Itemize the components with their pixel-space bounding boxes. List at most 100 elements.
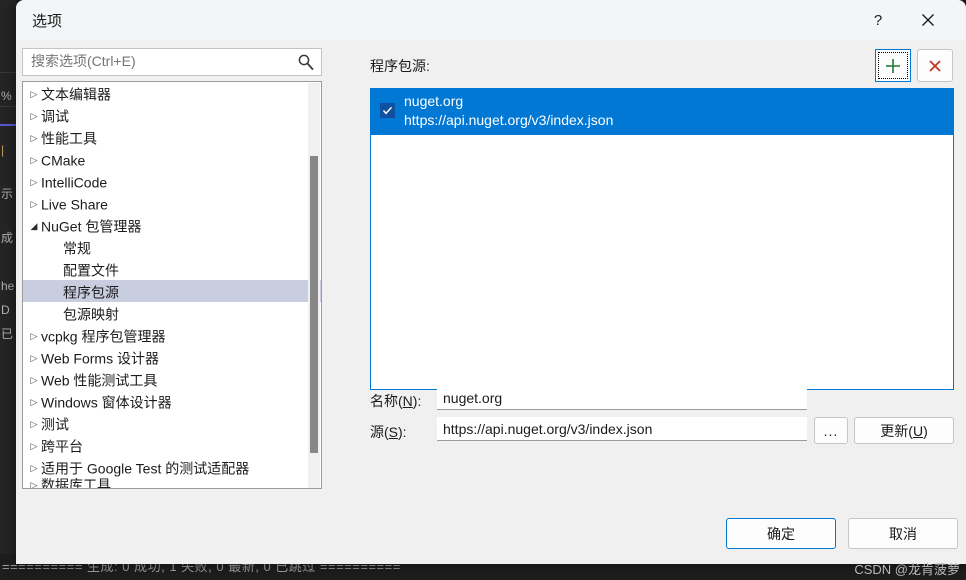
source-name-text: nuget.org bbox=[404, 93, 464, 109]
x-icon bbox=[929, 59, 941, 72]
name-label-suffix: ): bbox=[412, 393, 422, 409]
source-label-prefix: 源( bbox=[370, 424, 389, 440]
chevron-down-icon[interactable]: ◢ bbox=[27, 215, 41, 237]
remove-package-source-button[interactable] bbox=[917, 49, 953, 82]
question-mark-icon: ? bbox=[873, 11, 883, 29]
tree-item-15[interactable]: ▷ 测试 bbox=[23, 412, 321, 434]
update-button[interactable]: 更新(U) bbox=[854, 417, 954, 444]
chevron-right-icon[interactable]: ▷ bbox=[27, 325, 41, 347]
tree-item-label: IntelliCode bbox=[41, 174, 108, 191]
options-category-tree[interactable]: ▷ 文本编辑器 ▷ 调试 ▷ 性能工具 ▷ CMake ▷ IntelliCode ▷ Live Sh… bbox=[22, 81, 322, 489]
tree-item-14[interactable]: ▷ Windows 窗体设计器 bbox=[23, 390, 321, 412]
chevron-right-icon[interactable]: ▷ bbox=[27, 435, 41, 457]
tree-item-13[interactable]: ▷ Web 性能测试工具 bbox=[23, 368, 321, 390]
tree-item-2[interactable]: ▷ 性能工具 bbox=[23, 126, 321, 148]
package-sources-list[interactable]: nuget.org https://api.nuget.org/v3/index… bbox=[370, 88, 954, 390]
chevron-right-icon[interactable]: ▷ bbox=[27, 149, 41, 171]
tree-item-label: 测试 bbox=[41, 416, 69, 433]
name-field-label: 名称(N): bbox=[370, 391, 421, 411]
tree-item-label: Windows 窗体设计器 bbox=[41, 394, 172, 411]
tree-item-label: 数据库工具 bbox=[41, 478, 111, 489]
cancel-button[interactable]: 取消 bbox=[848, 518, 958, 549]
vs-text-fragment: | bbox=[1, 143, 5, 157]
vs-text-fragment: 示 bbox=[1, 187, 14, 201]
tree-item-0[interactable]: ▷ 文本编辑器 bbox=[23, 82, 321, 104]
watermark-text: CSDN @龙肯菠萝 bbox=[854, 562, 960, 577]
ok-button[interactable]: 确定 bbox=[726, 518, 836, 549]
chevron-right-icon[interactable]: ▷ bbox=[27, 479, 41, 488]
options-dialog: 选项 ? ▷文本编辑器▷调试▷性能工具▷CMake▷IntelliCode▷Li… bbox=[16, 0, 966, 564]
update-label-suffix: ) bbox=[923, 422, 928, 439]
tree-item-6[interactable]: ◢ NuGet 包管理器 bbox=[23, 214, 321, 236]
tree-item-10[interactable]: 包源映射 bbox=[23, 302, 321, 324]
chevron-right-icon[interactable]: ▷ bbox=[27, 105, 41, 127]
update-label-prefix: 更新( bbox=[880, 422, 913, 439]
dialog-titlebar: 选项 ? bbox=[16, 0, 966, 40]
package-sources-label: 程序包源: bbox=[370, 58, 430, 74]
tree-item-label: vcpkg 程序包管理器 bbox=[41, 328, 166, 345]
tree-item-label: 常规 bbox=[63, 240, 91, 257]
tree-item-16[interactable]: ▷ 跨平台 bbox=[23, 434, 321, 456]
tree-item-label: Web Forms 设计器 bbox=[41, 350, 159, 367]
chevron-right-icon[interactable]: ▷ bbox=[27, 347, 41, 369]
name-input[interactable] bbox=[437, 386, 807, 410]
source-url-text: https://api.nuget.org/v3/index.json bbox=[404, 112, 614, 128]
search-icon bbox=[298, 54, 314, 71]
name-label-prefix: 名称( bbox=[370, 393, 403, 409]
search-input[interactable] bbox=[31, 53, 286, 69]
tree-item-18[interactable]: ▷ 数据库工具 bbox=[23, 478, 321, 489]
tree-item-3[interactable]: ▷ CMake bbox=[23, 148, 321, 170]
chevron-right-icon[interactable]: ▷ bbox=[27, 127, 41, 149]
vs-text-fragment: D bbox=[1, 303, 10, 317]
chevron-right-icon[interactable]: ▷ bbox=[27, 193, 41, 215]
tree-item-17[interactable]: ▷ 适用于 Google Test 的测试适配器 bbox=[23, 456, 321, 478]
chevron-right-icon[interactable]: ▷ bbox=[27, 413, 41, 435]
tree-item-label: 跨平台 bbox=[41, 438, 83, 455]
tree-item-8[interactable]: 配置文件 bbox=[23, 258, 321, 280]
tree-scrollbar-thumb[interactable] bbox=[310, 156, 318, 453]
chevron-right-icon[interactable]: ▷ bbox=[27, 83, 41, 105]
plus-icon bbox=[886, 58, 900, 73]
search-box[interactable] bbox=[22, 48, 322, 76]
tree-item-label: Web 性能测试工具 bbox=[41, 372, 158, 389]
tree-item-11[interactable]: ▷ vcpkg 程序包管理器 bbox=[23, 324, 321, 346]
checkmark-icon bbox=[382, 106, 393, 115]
tree-item-label: 适用于 Google Test 的测试适配器 bbox=[41, 460, 250, 477]
list-item[interactable]: nuget.org https://api.nuget.org/v3/index… bbox=[371, 89, 953, 135]
browse-button[interactable]: ... bbox=[814, 417, 848, 444]
close-button[interactable] bbox=[905, 0, 951, 40]
chevron-right-icon[interactable]: ▷ bbox=[27, 171, 41, 193]
vs-text-fragment: 已 bbox=[1, 327, 14, 341]
dialog-title: 选项 bbox=[32, 13, 63, 30]
tree-item-label: 文本编辑器 bbox=[41, 86, 111, 103]
source-input[interactable] bbox=[437, 417, 807, 441]
source-enabled-checkbox[interactable] bbox=[380, 103, 395, 118]
tree-item-label: CMake bbox=[41, 152, 86, 169]
help-button[interactable]: ? bbox=[855, 0, 901, 40]
tree-item-4[interactable]: ▷ IntelliCode bbox=[23, 170, 321, 192]
tree-scrollbar[interactable] bbox=[308, 83, 320, 488]
add-package-source-button[interactable] bbox=[875, 49, 911, 82]
tree-item-1[interactable]: ▷ 调试 bbox=[23, 104, 321, 126]
vs-text-fragment: 成 bbox=[1, 231, 14, 245]
tree-item-5[interactable]: ▷ Live Share bbox=[23, 192, 321, 214]
tree-item-label: Live Share bbox=[41, 196, 108, 213]
chevron-right-icon[interactable]: ▷ bbox=[27, 391, 41, 413]
close-icon bbox=[922, 14, 934, 26]
tree-item-list: ▷ 文本编辑器 ▷ 调试 ▷ 性能工具 ▷ CMake ▷ IntelliCode ▷ Live Sh… bbox=[23, 82, 321, 489]
chevron-right-icon[interactable]: ▷ bbox=[27, 369, 41, 391]
tree-item-label: NuGet 包管理器 bbox=[41, 218, 142, 235]
chevron-right-icon[interactable]: ▷ bbox=[27, 457, 41, 479]
vs-text-fragment: he bbox=[1, 279, 15, 293]
update-label-accel: U bbox=[912, 422, 924, 439]
source-field-label: 源(S): bbox=[370, 422, 407, 442]
source-label-suffix: ): bbox=[398, 424, 407, 440]
tree-item-7[interactable]: 常规 bbox=[23, 236, 321, 258]
tree-item-9[interactable]: 程序包源 bbox=[23, 280, 321, 302]
tree-item-label: 调试 bbox=[41, 108, 69, 125]
tree-item-label: 性能工具 bbox=[41, 130, 97, 147]
tree-item-label: 配置文件 bbox=[63, 262, 119, 279]
tree-item-12[interactable]: ▷ Web Forms 设计器 bbox=[23, 346, 321, 368]
source-label-accel: S bbox=[388, 424, 399, 440]
vs-text-fragment: % bbox=[1, 89, 12, 103]
